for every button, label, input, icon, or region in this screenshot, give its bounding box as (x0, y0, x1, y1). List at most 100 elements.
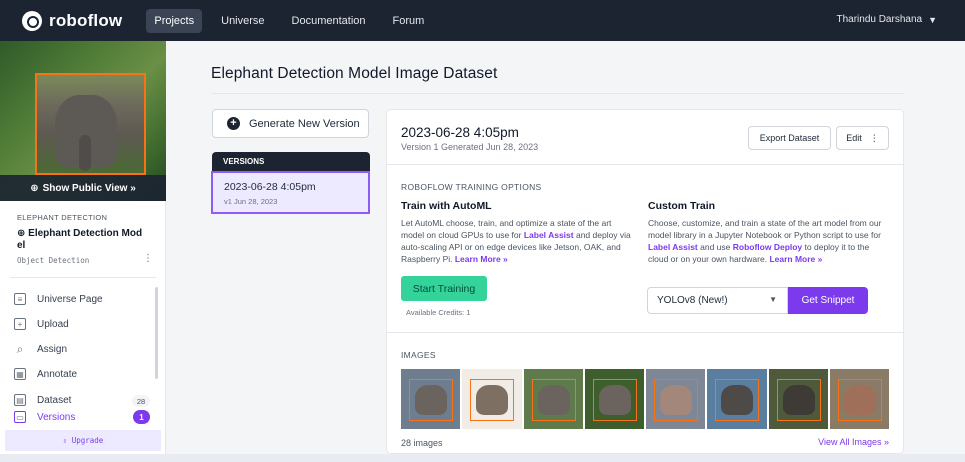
universe-page-icon: ≡ (14, 293, 26, 305)
model-select[interactable]: YOLOv8 (New!) ▼ (647, 287, 788, 314)
globe-icon: ⊕ (17, 228, 29, 239)
custom-train-title: Custom Train (648, 200, 716, 212)
sidebar-item-universe-page[interactable]: ≡ Universe Page (14, 291, 103, 307)
show-public-view-button[interactable]: ⊕ Show Public View » (0, 175, 166, 201)
version-item-date: 2023-06-28 4:05pm (224, 181, 316, 193)
search-icon: ⌕ (16, 341, 24, 356)
nav-documentation[interactable]: Documentation (284, 9, 374, 33)
annotation-box (715, 379, 760, 421)
roboflow-logo[interactable]: roboflow (22, 10, 123, 31)
image-thumbnail[interactable] (401, 369, 461, 429)
project-cover-image: ⊕ Show Public View » (0, 41, 166, 201)
generate-label: Generate New Version (249, 117, 360, 130)
image-count: 28 images (401, 438, 443, 448)
sidebar-item-versions[interactable]: ▭ Versions (14, 409, 75, 425)
automl-learn-more-link[interactable]: Learn More » (455, 254, 508, 264)
sidebar-item-label: Upload (37, 318, 69, 330)
sidebar-scrollbar[interactable] (155, 287, 158, 379)
project-label: ELEPHANT DETECTION (17, 213, 108, 222)
image-thumbnail[interactable] (462, 369, 522, 429)
annotation-box (776, 379, 821, 421)
custom-text-1: Choose, customize, and train a state of … (648, 218, 882, 240)
project-type: Object Detection (17, 256, 90, 265)
top-nav-bar: roboflow Projects Universe Documentation… (0, 0, 965, 41)
upgrade-label: Upgrade (71, 436, 104, 445)
custom-text-2: and use (697, 242, 733, 252)
annotation-box (531, 379, 576, 421)
elephant-trunk-shape (79, 135, 91, 171)
edit-label: Edit (846, 133, 862, 143)
versions-header: VERSIONS (212, 152, 370, 171)
nav-projects[interactable]: Projects (146, 8, 203, 33)
annotation-box (592, 379, 637, 421)
upgrade-button[interactable]: ⇧ Upgrade (5, 430, 161, 451)
title-divider (211, 93, 904, 94)
upload-icon: + (14, 318, 26, 330)
roboflow-logo-icon (22, 10, 42, 31)
annotation-box (654, 379, 698, 421)
version-subtitle: Version 1 Generated Jun 28, 2023 (401, 142, 539, 152)
nav-forum[interactable]: Forum (385, 9, 433, 33)
sidebar: ⊕ Show Public View » ELEPHANT DETECTION … (0, 41, 166, 462)
sidebar-item-annotate[interactable]: ▦ Annotate (14, 366, 77, 382)
chevron-down-icon: ▼ (928, 14, 937, 25)
view-all-images-link[interactable]: View All Images » (818, 437, 889, 447)
card-divider (387, 164, 903, 165)
image-thumbnail[interactable] (707, 369, 767, 429)
automl-description: Let AutoML choose, train, and optimize a… (401, 217, 635, 265)
sidebar-item-dataset[interactable]: ▤ Dataset (14, 392, 71, 408)
annotation-box (409, 379, 453, 421)
get-snippet-button[interactable]: Get Snippet (788, 287, 868, 314)
model-select-value: YOLOv8 (New!) (657, 295, 728, 306)
sidebar-item-label: Dataset (37, 394, 72, 406)
dataset-icon: ▤ (14, 394, 26, 406)
project-options-icon[interactable]: ⋮ (143, 253, 153, 264)
annotate-icon: ▦ (14, 368, 26, 380)
dataset-count-badge: 28 (132, 395, 150, 407)
show-public-label: Show Public View (42, 182, 128, 194)
project-name-text: Elephant Detection Mod el (17, 228, 143, 251)
image-thumbnail[interactable] (829, 369, 889, 429)
bottom-scroll-strip (0, 454, 965, 462)
edit-button[interactable]: Edit ⋮ (836, 126, 889, 150)
sidebar-divider (10, 277, 156, 278)
user-menu[interactable]: Tharindu Darshana ▼ (836, 14, 937, 25)
image-thumbnail[interactable] (523, 369, 583, 429)
image-thumbnail[interactable] (768, 369, 828, 429)
sidebar-item-upload[interactable]: + Upload (14, 316, 69, 332)
training-options-label: ROBOFLOW TRAINING OPTIONS (401, 182, 542, 192)
generate-new-version-button[interactable]: + Generate New Version (212, 109, 369, 138)
brand-name: roboflow (49, 10, 123, 30)
main-nav: Projects Universe Documentation Forum (146, 8, 443, 33)
version-detail-card: 2023-06-28 4:05pm Version 1 Generated Ju… (386, 109, 904, 454)
double-chevron-right-icon: » (127, 182, 136, 194)
project-name: ⊕ Elephant Detection Mod el (17, 228, 145, 252)
annotation-box (837, 379, 882, 421)
version-item-sub: v1 Jun 28, 2023 (224, 197, 278, 206)
image-thumbnail[interactable] (584, 369, 644, 429)
sidebar-item-label: Annotate (37, 368, 78, 380)
versions-count-badge: 1 (133, 410, 150, 424)
card-divider (387, 332, 903, 333)
chevron-down-icon: ▼ (769, 295, 777, 304)
sidebar-item-label: Universe Page (37, 293, 103, 305)
versions-icon: ▭ (14, 411, 26, 423)
export-dataset-button[interactable]: Export Dataset (748, 126, 831, 150)
sidebar-item-label: Assign (37, 343, 68, 355)
roboflow-deploy-link[interactable]: Roboflow Deploy (733, 242, 802, 252)
globe-icon: ⊕ (30, 182, 39, 194)
start-training-button[interactable]: Start Training (401, 276, 487, 301)
version-list-item[interactable]: 2023-06-28 4:05pm v1 Jun 28, 2023 (211, 171, 370, 214)
available-credits: Available Credits: 1 (406, 308, 471, 317)
label-assist-link[interactable]: Label Assist (524, 230, 574, 240)
nav-universe[interactable]: Universe (213, 9, 272, 33)
version-title: 2023-06-28 4:05pm (401, 125, 519, 140)
image-thumbnail[interactable] (646, 369, 706, 429)
kebab-menu-icon: ⋮ (869, 132, 879, 143)
sidebar-item-assign[interactable]: ⌕ Assign (14, 341, 67, 357)
annotation-box (470, 379, 515, 421)
custom-learn-more-link[interactable]: Learn More » (769, 254, 822, 264)
label-assist-link[interactable]: Label Assist (648, 242, 698, 252)
cover-annotation-box (35, 73, 146, 175)
user-name: Tharindu Darshana (836, 14, 923, 25)
